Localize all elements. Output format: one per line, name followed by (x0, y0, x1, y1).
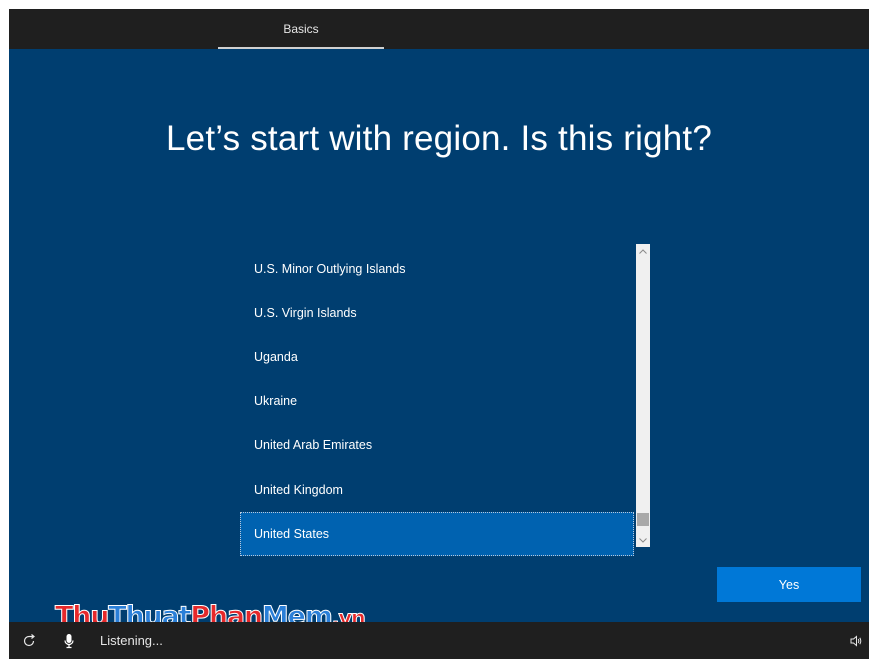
region-option[interactable]: United Arab Emirates (240, 423, 634, 467)
region-listbox[interactable]: U.S. Minor Outlying Islands U.S. Virgin … (240, 244, 651, 556)
region-option[interactable]: U.S. Virgin Islands (240, 291, 634, 335)
region-option-selected[interactable]: United States (240, 512, 634, 556)
region-option[interactable]: Uganda (240, 335, 634, 379)
tab-basics[interactable]: Basics (218, 9, 384, 49)
scroll-up-icon[interactable] (636, 244, 650, 258)
region-option-label: United Arab Emirates (254, 438, 373, 452)
listening-status: Listening... (100, 633, 163, 648)
region-option-label: U.S. Minor Outlying Islands (254, 262, 406, 276)
region-option-label: United Kingdom (254, 483, 343, 497)
yes-button-label: Yes (778, 577, 800, 592)
yes-button[interactable]: Yes (717, 567, 861, 602)
oobe-window: Basics Let’s start with region. Is this … (9, 9, 869, 659)
region-option-label: Ukraine (254, 394, 298, 408)
tab-basics-label: Basics (283, 22, 319, 36)
bottom-bar: Listening... (9, 622, 869, 659)
region-list: U.S. Minor Outlying Islands U.S. Virgin … (240, 244, 634, 556)
top-bar: Basics (9, 9, 869, 49)
region-option[interactable]: U.S. Minor Outlying Islands (240, 247, 634, 291)
region-option[interactable]: Ukraine (240, 379, 634, 423)
region-option-label: U.S. Virgin Islands (254, 306, 357, 320)
region-option-label: United States (254, 527, 330, 541)
ease-of-access-icon[interactable] (20, 622, 38, 659)
scroll-down-icon[interactable] (636, 533, 650, 547)
page-title: Let’s start with region. Is this right? (165, 119, 712, 158)
region-option-label: Uganda (254, 350, 298, 364)
active-tab-indicator (218, 47, 384, 49)
scroll-thumb[interactable] (637, 513, 649, 526)
microphone-icon[interactable] (61, 622, 77, 659)
region-option[interactable]: United Kingdom (240, 468, 634, 512)
volume-icon[interactable] (848, 622, 864, 659)
list-scrollbar[interactable] (636, 244, 650, 547)
